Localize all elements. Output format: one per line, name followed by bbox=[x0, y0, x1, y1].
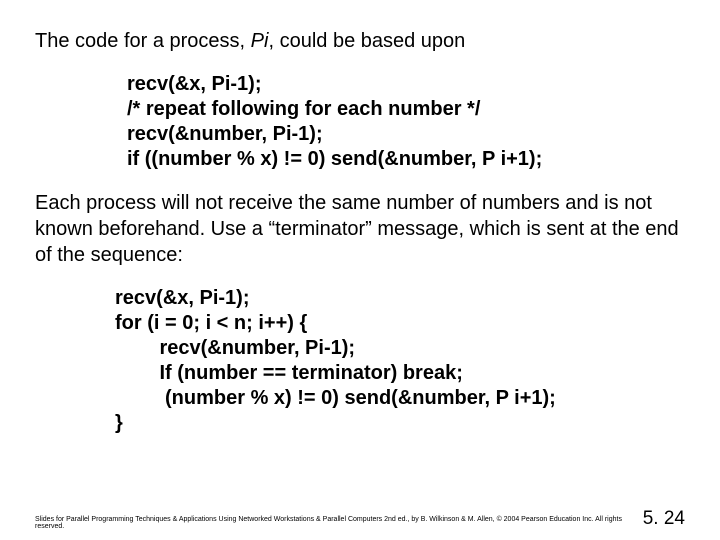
code1-l2: /* repeat following for each number */ bbox=[127, 98, 480, 120]
code1-l1: recv(&x, Pi-1); bbox=[127, 73, 262, 95]
code2-l2: for (i = 0; i < n; i++) { bbox=[115, 312, 307, 334]
code2-l4: If (number == terminator) break; bbox=[115, 362, 463, 384]
intro-text: The code for a process, Pi, could be bas… bbox=[35, 28, 685, 54]
code-block-2: recv(&x, Pi-1); for (i = 0; i < n; i++) … bbox=[115, 286, 685, 436]
footer: Slides for Parallel Programming Techniqu… bbox=[35, 508, 685, 530]
code1-l3: recv(&number, Pi-1); bbox=[127, 123, 323, 145]
intro-prefix: The code for a process, bbox=[35, 30, 251, 52]
page-number: 5. 24 bbox=[643, 508, 685, 530]
intro-suffix: , could be based upon bbox=[268, 30, 465, 52]
code1-l4: if ((number % x) != 0) send(&number, P i… bbox=[127, 148, 542, 170]
code2-l1: recv(&x, Pi-1); bbox=[115, 287, 250, 309]
paragraph: Each process will not receive the same n… bbox=[35, 190, 685, 268]
code-block-1: recv(&x, Pi-1); /* repeat following for … bbox=[127, 72, 685, 172]
code2-l3: recv(&number, Pi-1); bbox=[115, 337, 355, 359]
code2-l5: (number % x) != 0) send(&number, P i+1); bbox=[115, 387, 556, 409]
slide-content: The code for a process, Pi, could be bas… bbox=[0, 0, 720, 436]
code2-l6: } bbox=[115, 412, 123, 434]
intro-pi: Pi bbox=[251, 30, 269, 52]
footer-credit: Slides for Parallel Programming Techniqu… bbox=[35, 516, 643, 530]
